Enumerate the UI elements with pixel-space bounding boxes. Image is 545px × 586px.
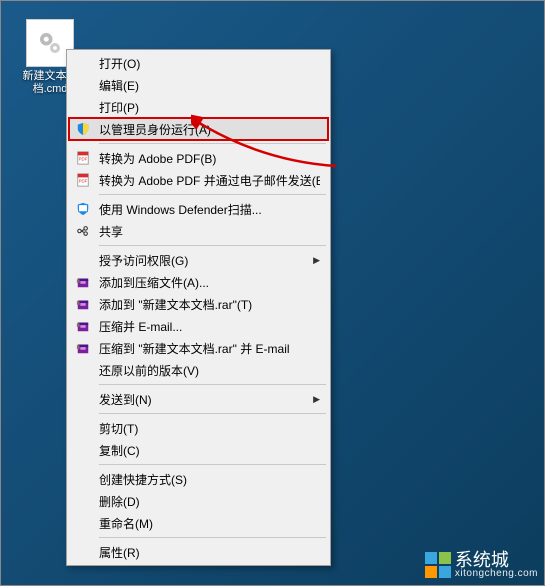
menu-item-label: 重命名(M) — [99, 515, 320, 532]
blank-icon — [73, 252, 93, 268]
blank-icon — [73, 391, 93, 407]
blank-icon — [73, 55, 93, 71]
menu-item-label: 删除(D) — [99, 493, 320, 510]
menu-item-label: 转换为 Adobe PDF 并通过电子邮件发送(E) — [99, 172, 320, 189]
defender-icon — [73, 201, 93, 217]
menu-item[interactable]: 复制(C) — [69, 439, 328, 461]
blank-icon — [73, 99, 93, 115]
menu-item[interactable]: 创建快捷方式(S) — [69, 468, 328, 490]
share-icon — [73, 223, 93, 239]
menu-item-label: 添加到压缩文件(A)... — [99, 274, 320, 291]
menu-item[interactable]: 重命名(M) — [69, 512, 328, 534]
menu-item[interactable]: 压缩到 "新建文本文档.rar" 并 E-mail — [69, 337, 328, 359]
blank-icon — [73, 493, 93, 509]
menu-separator — [99, 537, 326, 538]
submenu-arrow-icon: ▶ — [313, 394, 320, 405]
menu-item[interactable]: 发送到(N)▶ — [69, 388, 328, 410]
menu-item[interactable]: 编辑(E) — [69, 74, 328, 96]
menu-item-label: 创建快捷方式(S) — [99, 471, 320, 488]
blank-icon — [73, 471, 93, 487]
menu-item[interactable]: 使用 Windows Defender扫描... — [69, 198, 328, 220]
menu-separator — [99, 464, 326, 465]
menu-item-label: 还原以前的版本(V) — [99, 362, 320, 379]
menu-item-label: 打开(O) — [99, 55, 320, 72]
blank-icon — [73, 362, 93, 378]
menu-item-label: 属性(R) — [99, 544, 320, 561]
menu-separator — [99, 413, 326, 414]
menu-item-label: 授予访问权限(G) — [99, 252, 313, 269]
menu-item[interactable]: 打开(O) — [69, 52, 328, 74]
shield-icon — [73, 121, 93, 137]
watermark: 系统城 xitongcheng.com — [425, 551, 538, 579]
menu-item[interactable]: 剪切(T) — [69, 417, 328, 439]
menu-item[interactable]: 以管理员身份运行(A) — [69, 118, 328, 140]
blank-icon — [73, 544, 93, 560]
menu-separator — [99, 384, 326, 385]
menu-item-label: 添加到 "新建文本文档.rar"(T) — [99, 296, 320, 313]
menu-item-label: 共享 — [99, 223, 320, 240]
menu-item-label: 编辑(E) — [99, 77, 320, 94]
svg-text:PDF: PDF — [79, 179, 88, 184]
winrar-icon — [73, 296, 93, 312]
svg-text:PDF: PDF — [79, 157, 88, 162]
menu-item[interactable]: 删除(D) — [69, 490, 328, 512]
watermark-url: xitongcheng.com — [455, 569, 538, 579]
menu-item-label: 使用 Windows Defender扫描... — [99, 201, 320, 218]
menu-item-label: 压缩并 E-mail... — [99, 318, 320, 335]
menu-item[interactable]: 属性(R) — [69, 541, 328, 563]
menu-item[interactable]: 添加到 "新建文本文档.rar"(T) — [69, 293, 328, 315]
blank-icon — [73, 442, 93, 458]
menu-item[interactable]: 添加到压缩文件(A)... — [69, 271, 328, 293]
gear-icon — [35, 28, 65, 58]
menu-item[interactable]: 还原以前的版本(V) — [69, 359, 328, 381]
watermark-logo-icon — [425, 552, 451, 578]
menu-separator — [99, 245, 326, 246]
menu-item-label: 以管理员身份运行(A) — [99, 121, 320, 138]
menu-item[interactable]: PDF 转换为 Adobe PDF 并通过电子邮件发送(E) — [69, 169, 328, 191]
menu-item[interactable]: 共享 — [69, 220, 328, 242]
menu-item-label: 压缩到 "新建文本文档.rar" 并 E-mail — [99, 340, 320, 357]
menu-item[interactable]: PDF 转换为 Adobe PDF(B) — [69, 147, 328, 169]
winrar-icon — [73, 274, 93, 290]
menu-item-label: 转换为 Adobe PDF(B) — [99, 150, 320, 167]
pdf-icon: PDF — [73, 172, 93, 188]
winrar-icon — [73, 318, 93, 334]
menu-item-label: 复制(C) — [99, 442, 320, 459]
winrar-icon — [73, 340, 93, 356]
menu-item[interactable]: 打印(P) — [69, 96, 328, 118]
menu-item-label: 打印(P) — [99, 99, 320, 116]
context-menu: 打开(O) 编辑(E) 打印(P) 以管理员身份运行(A) PDF 转换为 Adobe P… — [66, 49, 331, 566]
blank-icon — [73, 77, 93, 93]
menu-item-label: 剪切(T) — [99, 420, 320, 437]
pdf-icon: PDF — [73, 150, 93, 166]
menu-item[interactable]: 压缩并 E-mail... — [69, 315, 328, 337]
submenu-arrow-icon: ▶ — [313, 255, 320, 266]
menu-separator — [99, 143, 326, 144]
menu-item[interactable]: 授予访问权限(G)▶ — [69, 249, 328, 271]
menu-separator — [99, 194, 326, 195]
blank-icon — [73, 420, 93, 436]
blank-icon — [73, 515, 93, 531]
watermark-brand: 系统城 — [455, 551, 538, 569]
menu-item-label: 发送到(N) — [99, 391, 313, 408]
